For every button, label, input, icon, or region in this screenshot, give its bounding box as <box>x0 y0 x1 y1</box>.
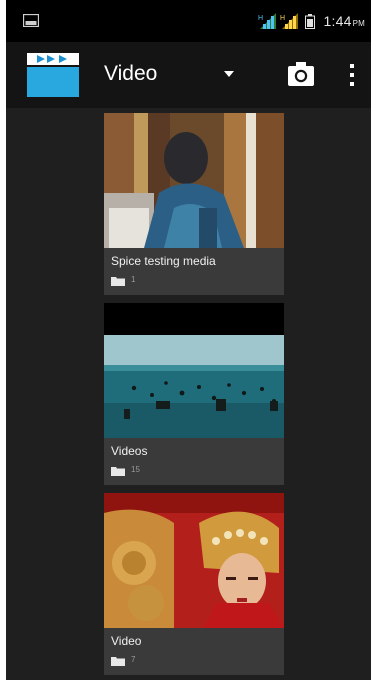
folder-icon <box>111 277 125 286</box>
album-label-bar: Spice testing media 1 <box>104 248 284 295</box>
album-item[interactable]: Spice testing media 1 <box>104 113 284 295</box>
album-item[interactable]: Videos 15 <box>104 303 284 485</box>
album-count: 7 <box>131 655 136 664</box>
action-bar: Video <box>6 42 371 108</box>
album-label-bar: Videos 15 <box>104 438 284 485</box>
dropdown-icon <box>224 71 234 77</box>
album-count: 15 <box>131 465 140 474</box>
folder-icon <box>111 467 125 476</box>
svg-text:H: H <box>280 15 285 22</box>
album-name: Videos <box>111 444 148 458</box>
title-text: Video <box>104 62 158 85</box>
album-name: Video <box>111 634 142 648</box>
album-thumbnail <box>104 303 284 438</box>
title-spinner[interactable]: Video <box>98 56 248 92</box>
album-thumbnail <box>104 113 284 248</box>
status-bar: H H 1:44PM <box>6 0 371 42</box>
signal-sim1-icon: H <box>258 13 276 29</box>
album-item[interactable]: Video 7 <box>104 493 284 675</box>
battery-icon <box>304 13 315 29</box>
album-thumbnail <box>104 493 284 628</box>
album-name: Spice testing media <box>111 254 216 268</box>
clock: 1:44PM <box>323 13 365 29</box>
album-grid: Spice testing media 1 Videos 15 Video 7 <box>6 108 371 680</box>
screenshot-notification-icon <box>23 14 39 27</box>
album-count: 1 <box>131 275 136 284</box>
overflow-menu-icon[interactable] <box>346 60 358 90</box>
phone-screen: H H 1:44PM Video Spice testing media 1 V… <box>6 0 371 680</box>
signal-sim2-icon: H <box>280 13 298 29</box>
status-icons: H H 1:44PM <box>258 12 365 30</box>
camera-icon[interactable] <box>287 61 315 87</box>
folder-icon <box>111 657 125 666</box>
album-label-bar: Video 7 <box>104 628 284 675</box>
clapperboard-icon[interactable] <box>27 51 79 97</box>
svg-text:H: H <box>258 15 263 22</box>
